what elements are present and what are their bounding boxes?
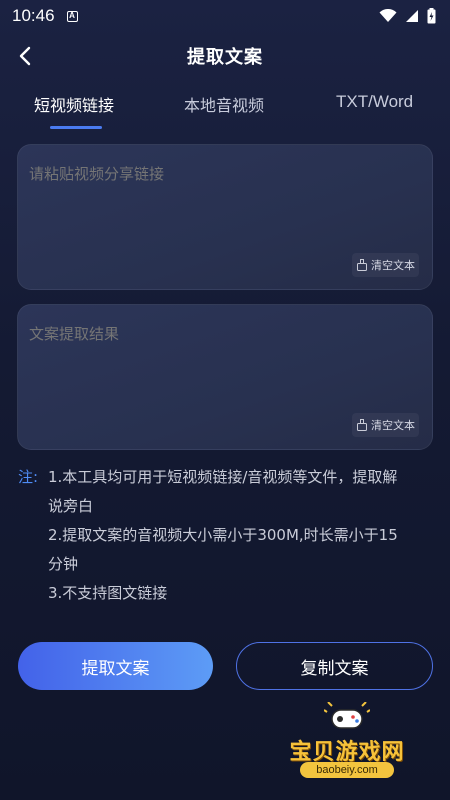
tab-local-media[interactable]: 本地音视频 xyxy=(184,92,264,116)
status-time: 10:46 xyxy=(12,6,55,25)
extract-text-button[interactable]: 提取文案 xyxy=(18,642,213,690)
page-title: 提取文案 xyxy=(187,47,263,68)
result-panel: 清空文本 xyxy=(17,304,433,450)
status-icons xyxy=(379,8,436,24)
broom-icon xyxy=(357,419,367,431)
link-input[interactable] xyxy=(29,163,419,253)
accessibility-a-icon: A xyxy=(66,10,78,22)
battery-icon xyxy=(427,8,436,24)
status-bar: 10:46 A xyxy=(0,0,450,32)
notes-label: 注: xyxy=(18,468,39,486)
note-line: 2.提取文案的音视频大小需小于300M,时长需小于15 xyxy=(48,526,398,544)
back-button[interactable] xyxy=(14,44,38,68)
tab-bar: 短视频链接 本地音视频 TXT/Word xyxy=(0,88,450,132)
site-watermark: 宝贝游戏网 baobeiy.com xyxy=(272,700,422,780)
tab-txt-word[interactable]: TXT/Word xyxy=(336,92,413,112)
app-header: 提取文案 xyxy=(0,36,450,76)
note-line: 分钟 xyxy=(48,555,79,573)
copy-text-button[interactable]: 复制文案 xyxy=(236,642,433,690)
broom-icon xyxy=(357,259,367,271)
clear-input-button[interactable]: 清空文本 xyxy=(352,253,419,277)
clear-result-button[interactable]: 清空文本 xyxy=(352,413,419,437)
watermark-url: baobeiy.com xyxy=(300,762,394,778)
signal-icon xyxy=(406,10,418,22)
clear-input-label: 清空文本 xyxy=(371,259,415,272)
note-line: 3.不支持图文链接 xyxy=(48,584,168,602)
gamepad-icon xyxy=(324,702,370,729)
wifi-icon xyxy=(379,9,397,22)
tab-short-video-link[interactable]: 短视频链接 xyxy=(34,92,114,116)
note-line: 1.本工具均可用于短视频链接/音视频等文件，提取解 xyxy=(48,468,398,486)
back-arrow-icon xyxy=(19,46,31,66)
clear-result-label: 清空文本 xyxy=(371,419,415,432)
active-tab-indicator xyxy=(50,126,102,129)
note-line: 说旁白 xyxy=(48,497,94,515)
link-input-panel: 清空文本 xyxy=(17,144,433,290)
result-output[interactable] xyxy=(29,323,419,413)
